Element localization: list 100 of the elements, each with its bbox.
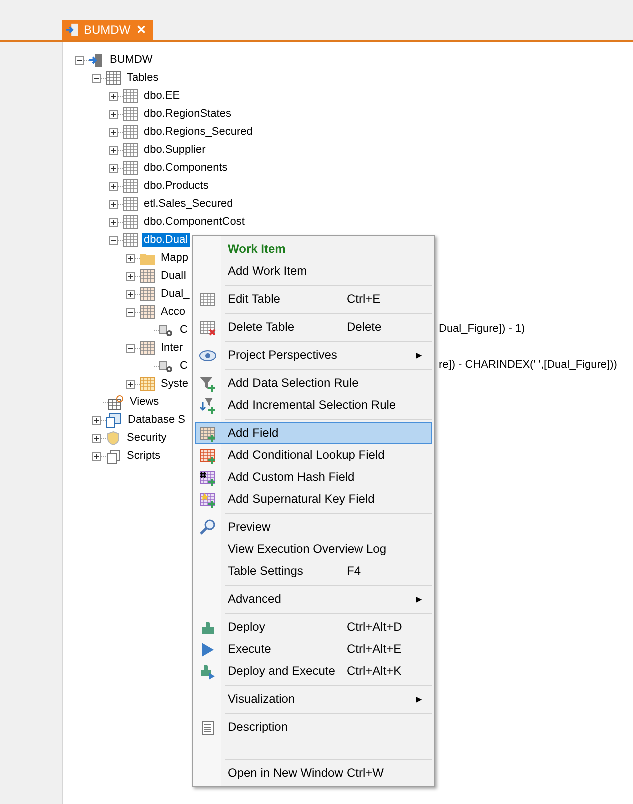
table-icon — [123, 161, 138, 175]
expression-text: Dual_Figure]) - 1) — [439, 323, 526, 335]
tree-item[interactable]: Tables — [125, 71, 161, 85]
search-icon — [199, 519, 217, 537]
tree-item[interactable]: dbo.Components — [142, 161, 230, 175]
hash-table-icon — [199, 469, 217, 487]
menu-item[interactable]: Add Work Item — [195, 260, 432, 282]
table-icon — [123, 143, 138, 157]
menu-item[interactable]: Add Supernatural Key Field — [195, 488, 432, 510]
scripts-icon — [106, 448, 121, 464]
tree-item[interactable]: dbo.ComponentCost — [142, 215, 247, 229]
tree-item[interactable]: dbo.Regions_Secured — [142, 125, 255, 139]
collapse-button[interactable] — [92, 74, 101, 82]
menu-item[interactable]: Execute Ctrl+Alt+E — [195, 638, 432, 660]
tree-item[interactable]: C — [178, 359, 190, 373]
menu-item[interactable]: Preview — [195, 516, 432, 538]
menu-item[interactable]: Deploy Ctrl+Alt+D — [195, 616, 432, 638]
tree-item[interactable]: Database S — [126, 413, 188, 427]
table-add-icon — [199, 447, 217, 465]
tree-item[interactable]: Dual_ — [159, 287, 192, 301]
funnel-icon — [199, 397, 217, 415]
collapse-button[interactable] — [126, 344, 135, 352]
tree-item[interactable]: Security — [125, 431, 169, 445]
expand-button[interactable] — [109, 128, 118, 136]
schema-icon — [106, 412, 122, 428]
tree-item[interactable]: Syste — [159, 377, 191, 391]
tree-item[interactable]: Inter — [159, 341, 186, 355]
menu-header: Work Item — [228, 242, 286, 256]
table-icon — [123, 233, 138, 247]
menu-item[interactable]: Description — [195, 716, 432, 738]
views-icon — [108, 394, 124, 410]
expand-button[interactable] — [126, 272, 135, 280]
table-icon — [140, 269, 155, 283]
database-icon — [66, 23, 80, 37]
menu-item[interactable]: Add Data Selection Rule — [195, 372, 432, 394]
menu-item[interactable]: Add Custom Hash Field — [195, 466, 432, 488]
gear-icon — [159, 322, 174, 338]
expand-button[interactable] — [109, 164, 118, 172]
folder-icon — [140, 252, 155, 264]
expand-button[interactable] — [109, 110, 118, 118]
expand-button[interactable] — [109, 92, 118, 100]
tree-item[interactable]: dbo.Products — [142, 179, 211, 193]
menu-item[interactable]: Add Incremental Selection Rule — [195, 394, 432, 416]
expand-button[interactable] — [92, 434, 101, 442]
expand-button[interactable] — [92, 416, 101, 424]
expand-button[interactable] — [92, 452, 101, 460]
menu-item[interactable]: Add Field — [195, 422, 432, 444]
tree-item[interactable]: dbo.EE — [142, 89, 182, 103]
tree-item[interactable]: BUMDW — [108, 53, 155, 67]
expression-text: re]) - CHARINDEX(' ',[Dual_Figure])) — [439, 359, 618, 371]
tree-item[interactable]: dbo.RegionStates — [142, 107, 234, 121]
expand-button[interactable] — [109, 146, 118, 154]
menu-item[interactable]: Project Perspectives ▶ — [195, 344, 432, 366]
table-icon — [123, 197, 138, 211]
table-icon — [123, 215, 138, 229]
tree-item[interactable]: Views — [128, 395, 162, 409]
expand-button[interactable] — [109, 218, 118, 226]
gear-icon — [159, 358, 174, 374]
menu-item[interactable]: Advanced ▶ — [195, 588, 432, 610]
shield-icon — [106, 430, 121, 446]
table-icon — [123, 107, 138, 121]
tree-item[interactable]: Acco — [159, 305, 188, 319]
menu-item[interactable]: Open in New Window Ctrl+W — [195, 762, 432, 784]
table-icon — [123, 179, 138, 193]
table-delete-icon — [199, 319, 217, 337]
collapse-button[interactable] — [126, 308, 135, 316]
tree-item[interactable]: dbo.Supplier — [142, 143, 208, 157]
table-add-icon — [199, 425, 217, 443]
expand-button[interactable] — [109, 200, 118, 208]
tree-item[interactable]: Scripts — [125, 449, 163, 463]
table-icon — [140, 341, 155, 355]
menu-item[interactable]: Add Conditional Lookup Field — [195, 444, 432, 466]
star-table-icon — [199, 491, 217, 509]
expand-button[interactable] — [126, 254, 135, 262]
puzzle-play-icon — [199, 663, 217, 681]
table-icon — [140, 377, 155, 391]
tree-item[interactable]: DualI — [159, 269, 189, 283]
collapse-button[interactable] — [75, 56, 84, 64]
tables-icon — [106, 71, 121, 85]
menu-item[interactable]: Delete Table Delete — [195, 316, 432, 338]
menu-item[interactable]: Edit Table Ctrl+E — [195, 288, 432, 310]
tree-item[interactable]: Mapp — [159, 251, 191, 265]
puzzle-icon — [199, 619, 217, 637]
tree-item[interactable]: C — [178, 323, 190, 337]
tree-item[interactable]: dbo.Dual — [142, 233, 190, 247]
menu-item[interactable]: Deploy and Execute Ctrl+Alt+K — [195, 660, 432, 682]
expand-button[interactable] — [126, 380, 135, 388]
expand-button[interactable] — [109, 182, 118, 190]
table-icon — [123, 89, 138, 103]
table-icon — [140, 305, 155, 319]
tree-item[interactable]: etl.Sales_Secured — [142, 197, 236, 211]
table-icon — [123, 125, 138, 139]
menu-item[interactable]: Table Settings F4 — [195, 560, 432, 582]
menu-item[interactable]: Visualization ▶ — [195, 688, 432, 710]
collapse-button[interactable] — [109, 236, 118, 244]
database-icon — [89, 52, 104, 68]
expand-button[interactable] — [126, 290, 135, 298]
menu-item[interactable]: View Execution Overview Log — [195, 538, 432, 560]
table-icon — [199, 291, 217, 309]
funnel-icon — [199, 375, 217, 393]
